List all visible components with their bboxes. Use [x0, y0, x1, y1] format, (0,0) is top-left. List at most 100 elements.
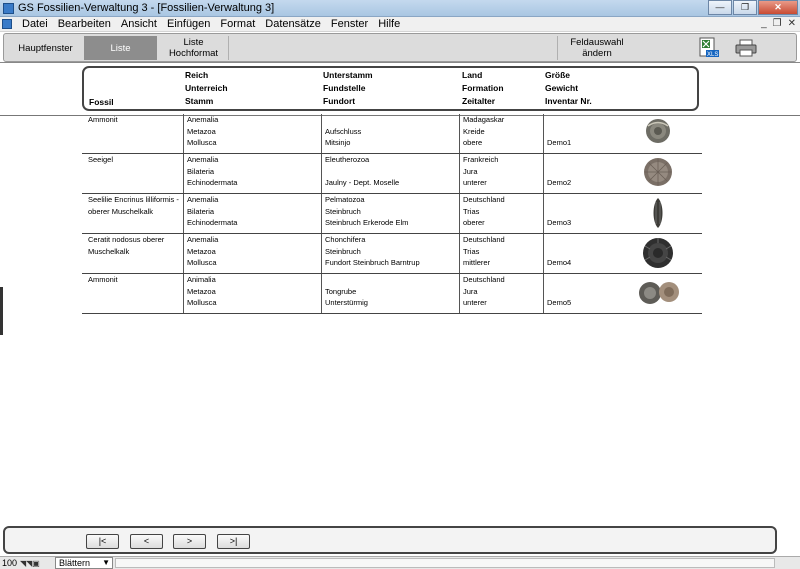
land-value: Deutschland: [463, 275, 505, 284]
table-row[interactable]: Ceratit nodosus oberer Muschelkalk Anema…: [82, 234, 702, 274]
menu-hilfe[interactable]: Hilfe: [378, 18, 400, 30]
liste-button[interactable]: Liste: [84, 36, 157, 60]
liste-hochformat-button[interactable]: Liste Hochformat: [159, 36, 229, 60]
mode-value: Blättern: [59, 558, 91, 568]
unterreich-value: Bilateria: [187, 206, 215, 216]
previous-record-button[interactable]: <: [130, 534, 163, 549]
liste-label: Liste: [110, 42, 131, 54]
excel-export-icon[interactable]: XLS: [698, 37, 720, 59]
land-value: Frankreich: [463, 155, 499, 164]
inventory-cell: Demo2: [543, 154, 628, 193]
fossil-cell: Ammonit: [88, 115, 118, 124]
location-cell: Aufschluss Mitsinjo: [321, 114, 459, 153]
document-icon[interactable]: [2, 19, 12, 29]
inventory-cell: Demo5: [543, 274, 628, 313]
doc-close-icon[interactable]: ✕: [788, 18, 796, 29]
header-inventar: Inventar Nr.: [545, 96, 592, 106]
table-row[interactable]: Seeigel Anemalia Bilateria Echinodermata…: [82, 154, 702, 194]
app-icon[interactable]: [3, 3, 14, 14]
fossil-thumbnail[interactable]: [638, 196, 678, 230]
zeitalter-value: oberer: [463, 218, 485, 227]
unterreich-value: Metazoa: [187, 126, 216, 136]
record-marker: [0, 287, 3, 335]
feldauswahl-line2: ändern: [582, 48, 612, 59]
fundstelle-value: Steinbruch: [325, 206, 361, 216]
close-icon[interactable]: ✕: [758, 0, 798, 15]
title-bar: GS Fossilien-Verwaltung 3 - [Fossilien-V…: [0, 0, 800, 17]
reich-value: Anemalia: [187, 155, 219, 164]
zoom-level[interactable]: 100: [2, 558, 17, 568]
fossil-thumbnail[interactable]: [638, 236, 678, 270]
reich-value: Anemalia: [187, 195, 219, 204]
taxonomy-cell: Anemalia Bilateria Echinodermata: [183, 194, 321, 233]
liste-hochformat-line2: Hochformat: [168, 48, 219, 59]
hauptfenster-button[interactable]: Hauptfenster: [7, 36, 85, 60]
inventar-value: Demo1: [547, 138, 572, 147]
header-formation: Formation: [462, 83, 504, 93]
header-unterstamm: Unterstamm: [323, 70, 373, 80]
table-row[interactable]: Ammonit Animalia Metazoa Mollusca Tongru…: [82, 274, 702, 314]
menu-einfuegen[interactable]: Einfügen: [167, 18, 210, 30]
fundort-value: Unterstürmig: [325, 298, 368, 307]
menu-bar: Datei Bearbeiten Ansicht Einfügen Format…: [0, 17, 800, 32]
fossil-thumbnail[interactable]: [634, 276, 682, 310]
formation-value: Trias: [463, 246, 480, 256]
doc-restore-icon[interactable]: ❐: [773, 18, 782, 29]
stamm-value: Echinodermata: [187, 218, 238, 227]
header-fundstelle: Fundstelle: [323, 83, 366, 93]
maximize-icon[interactable]: ❐: [733, 0, 757, 15]
unterstamm-value: Pelmatozoa: [325, 195, 365, 204]
inventory-cell: Demo3: [543, 194, 628, 233]
header-groesse: Größe: [545, 70, 571, 80]
header-zeitalter: Zeitalter: [462, 96, 496, 106]
formation-value: Jura: [463, 166, 478, 176]
menu-format[interactable]: Format: [220, 18, 255, 30]
reich-value: Animalia: [187, 275, 216, 284]
fossil-thumbnail[interactable]: [638, 156, 678, 190]
doc-minimize-icon[interactable]: _: [761, 18, 767, 29]
zeitalter-value: unterer: [463, 298, 487, 307]
taxonomy-cell: Anemalia Metazoa Mollusca: [183, 234, 321, 273]
menu-fenster[interactable]: Fenster: [331, 18, 368, 30]
stamm-value: Echinodermata: [187, 178, 238, 187]
stamm-value: Mollusca: [187, 258, 217, 267]
menu-datensaetze[interactable]: Datensätze: [265, 18, 321, 30]
menu-datei[interactable]: Datei: [22, 18, 48, 30]
first-record-button[interactable]: |<: [86, 534, 119, 549]
geo-cell: Madagaskar Kreide obere: [459, 114, 543, 153]
mode-select[interactable]: Blättern ▼: [55, 557, 113, 569]
geo-cell: Frankreich Jura unterer: [459, 154, 543, 193]
liste-hochformat-line1: Liste: [183, 37, 204, 48]
zeitalter-value: mittlerer: [463, 258, 491, 267]
last-record-button[interactable]: >|: [217, 534, 250, 549]
zeitalter-value: unterer: [463, 178, 487, 187]
window-title: GS Fossilien-Verwaltung 3 - [Fossilien-V…: [18, 2, 275, 14]
horizontal-scrollbar[interactable]: [115, 558, 775, 568]
feldauswahl-button[interactable]: Feldauswahl ändern: [560, 36, 634, 60]
menu-bearbeiten[interactable]: Bearbeiten: [58, 18, 111, 30]
inventar-value: Demo3: [547, 218, 572, 227]
geo-cell: Deutschland Trias mittlerer: [459, 234, 543, 273]
inventory-cell: Demo1: [543, 114, 628, 153]
zoom-icons[interactable]: ◥◥▣: [20, 559, 40, 568]
table-row[interactable]: Seelilie Encrinus lilliformis - oberer M…: [82, 194, 702, 234]
minimize-icon[interactable]: —: [708, 0, 732, 15]
xls-label: XLS: [707, 52, 718, 58]
taxonomy-cell: Anemalia Metazoa Mollusca: [183, 114, 321, 153]
next-record-button[interactable]: >: [173, 534, 206, 549]
land-value: Deutschland: [463, 235, 505, 244]
formation-value: Kreide: [463, 126, 485, 136]
table-row[interactable]: Ammonit Anemalia Metazoa Mollusca Aufsch…: [82, 114, 702, 154]
reich-value: Anemalia: [187, 235, 219, 244]
formation-value: Trias: [463, 206, 480, 216]
fossil-thumbnail[interactable]: [638, 116, 678, 150]
stamm-value: Mollusca: [187, 298, 217, 307]
header-fossil: Fossil: [89, 97, 114, 107]
header-gewicht: Gewicht: [545, 83, 579, 93]
unterreich-value: Metazoa: [187, 246, 216, 256]
menu-ansicht[interactable]: Ansicht: [121, 18, 157, 30]
fundstelle-value: Steinbruch: [325, 246, 361, 256]
printer-icon[interactable]: [735, 39, 757, 57]
header-unterreich: Unterreich: [185, 83, 228, 93]
unterreich-value: Bilateria: [187, 166, 215, 176]
